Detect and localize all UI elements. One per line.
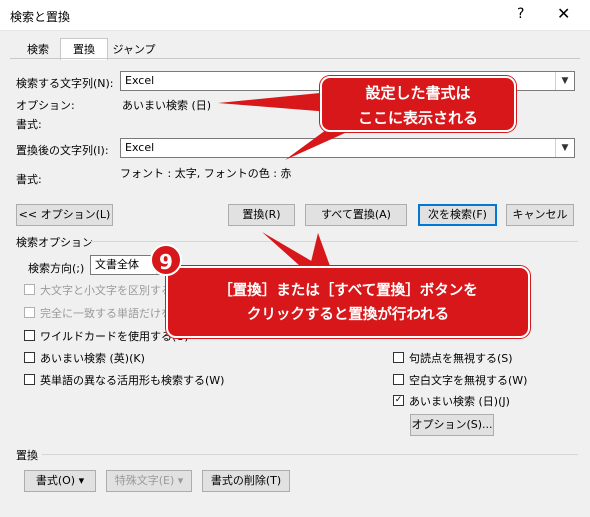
callout-bottom-pointer-right	[310, 233, 330, 266]
step-number-badge: 9	[150, 244, 182, 276]
callout-bottom: ［置換］または［すべて置換］ボタンを クリックすると置換が行われる	[166, 266, 530, 338]
callout-top-pointer-upper	[218, 92, 330, 112]
callout-top: 設定した書式は ここに表示される	[320, 76, 516, 132]
